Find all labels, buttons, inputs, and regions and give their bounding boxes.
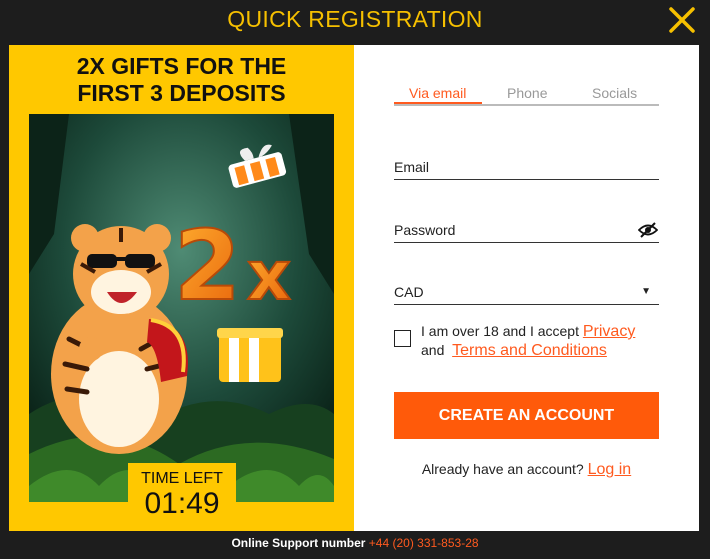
tiger-jungle-illustration: 2 x bbox=[29, 114, 334, 502]
promo-headline-line2: FIRST 3 DEPOSITS bbox=[77, 80, 286, 106]
support-footer: Online Support number +44 (20) 331-853-2… bbox=[0, 536, 710, 550]
svg-text:2: 2 bbox=[174, 210, 241, 322]
promo-headline-line1: 2X GIFTS FOR THE bbox=[76, 53, 287, 79]
email-field[interactable]: Email bbox=[394, 155, 659, 180]
age-consent-checkbox[interactable] bbox=[394, 330, 411, 347]
support-number[interactable]: +44 (20) 331-853-28 bbox=[369, 536, 479, 550]
active-tab-indicator bbox=[394, 102, 482, 104]
currency-value: CAD bbox=[394, 284, 424, 300]
login-prompt: Already have an account? bbox=[421, 461, 584, 477]
login-link[interactable]: Log in bbox=[588, 461, 632, 478]
login-prompt-line: Already have an account? Log in bbox=[394, 461, 659, 479]
privacy-link[interactable]: Privacy bbox=[583, 323, 635, 340]
timer-value: 01:49 bbox=[144, 487, 220, 520]
close-icon bbox=[669, 7, 695, 33]
tab-phone[interactable]: Phone bbox=[507, 85, 547, 101]
password-label: Password bbox=[394, 222, 456, 238]
registration-panel: 2X GIFTS FOR THE FIRST 3 DEPOSITS 2 x TI… bbox=[9, 45, 699, 531]
registration-form: Via email Phone Socials Email Password C… bbox=[394, 45, 659, 531]
modal-title: QUICK REGISTRATION bbox=[227, 6, 483, 32]
promo-image: 2 x bbox=[29, 114, 334, 502]
promo-headline: 2X GIFTS FOR THE FIRST 3 DEPOSITS bbox=[9, 53, 354, 107]
eye-slash-icon[interactable] bbox=[637, 222, 659, 238]
email-label: Email bbox=[394, 159, 430, 175]
support-label: Online Support number bbox=[231, 536, 366, 550]
consent-text-2: and bbox=[421, 342, 445, 358]
consent-text: I am over 18 and I accept Privacy and Te… bbox=[421, 322, 661, 360]
tab-socials[interactable]: Socials bbox=[592, 85, 637, 101]
timer-label: TIME LEFT bbox=[141, 470, 223, 487]
svg-text:x: x bbox=[247, 237, 291, 316]
close-button[interactable] bbox=[668, 6, 696, 34]
create-account-button[interactable]: CREATE AN ACCOUNT bbox=[394, 392, 659, 439]
tab-via-email[interactable]: Via email bbox=[409, 85, 466, 101]
password-field[interactable]: Password bbox=[394, 218, 659, 243]
dropdown-caret-icon: ▼ bbox=[641, 286, 651, 297]
countdown-timer: TIME LEFT 01:49 bbox=[128, 463, 236, 531]
currency-select[interactable]: CAD ▼ bbox=[394, 280, 659, 305]
consent-text-1: I am over 18 and I accept bbox=[421, 323, 579, 339]
terms-link[interactable]: Terms and Conditions bbox=[452, 342, 607, 359]
promo-panel: 2X GIFTS FOR THE FIRST 3 DEPOSITS 2 x TI… bbox=[9, 45, 354, 531]
registration-tabs: Via email Phone Socials bbox=[394, 82, 659, 106]
